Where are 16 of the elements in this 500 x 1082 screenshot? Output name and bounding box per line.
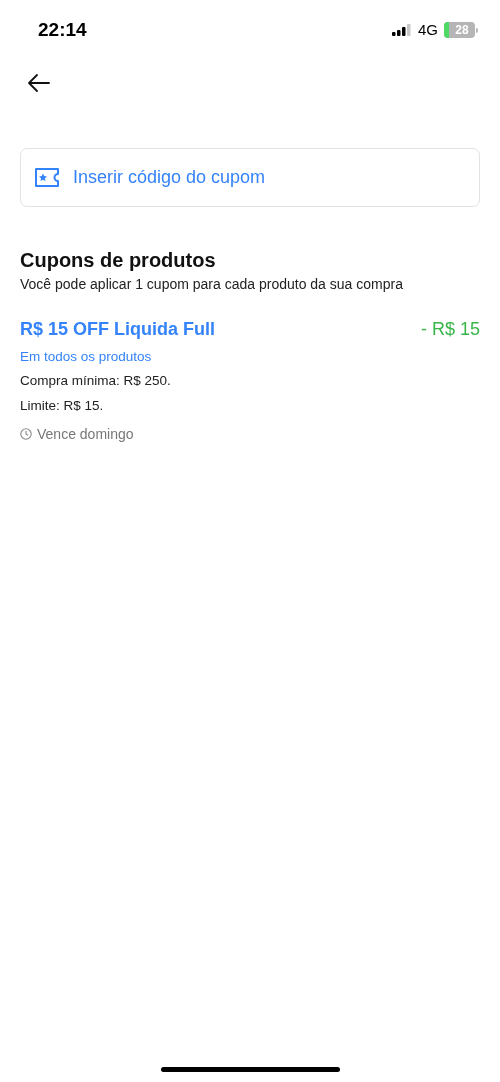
status-time: 22:14: [38, 17, 87, 42]
coupon-expiry: Vence domingo: [37, 424, 134, 444]
clock-icon: [20, 428, 32, 441]
section-subtitle: Você pode aplicar 1 cupom para cada produto da sua compra: [20, 275, 404, 294]
signal-icon: [392, 24, 412, 36]
coupon-scope: Em todos os produtos: [20, 348, 153, 366]
ticket-icon: [35, 168, 59, 187]
coupon-code-field[interactable]: Inserir código do cupom: [20, 148, 480, 207]
back-button[interactable]: [27, 71, 51, 95]
network-label: 4G: [418, 19, 438, 40]
coupon-discount: - R$ 15: [420, 318, 480, 341]
section-title: Cupons de produtos: [20, 248, 217, 273]
coupon-detail: Compra mínima: R$ 250.: [20, 372, 172, 391]
coupon-detail: Limite: R$ 15.: [20, 396, 105, 415]
battery-icon: 28: [444, 22, 478, 38]
coupon-title: R$ 15 OFF Liquida Full: [20, 318, 215, 341]
